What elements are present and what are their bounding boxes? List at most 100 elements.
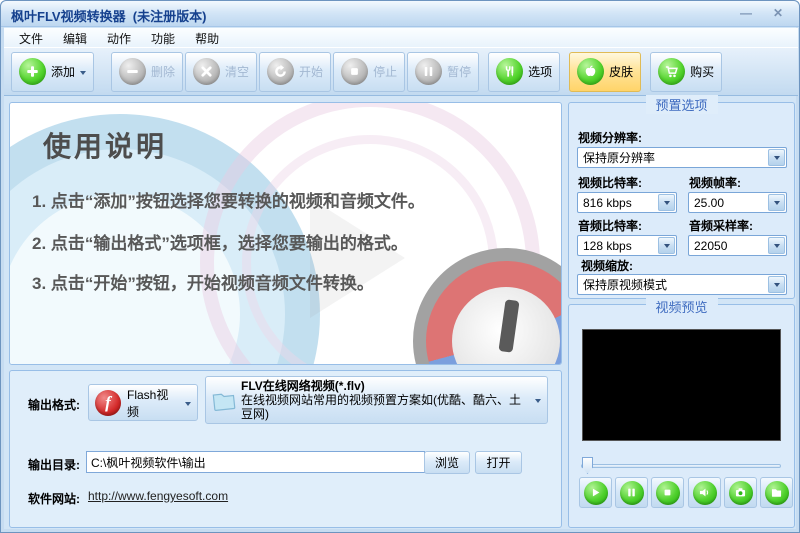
add-label: 添加 <box>51 63 75 80</box>
title-bar: 枫叶FLV视频转换器 (未注册版本) — ✕ <box>1 1 799 27</box>
video-scale-value: 保持原视频模式 <box>583 276 667 293</box>
audio-samplerate-label: 音频采样率: <box>689 217 753 234</box>
app-window: 枫叶FLV视频转换器 (未注册版本) — ✕ 文件 编辑 动作 功能 帮助 添加… <box>0 0 800 533</box>
watermark-play-icon <box>310 198 405 318</box>
delete-button[interactable]: 删除 <box>111 52 183 92</box>
audio-bitrate-value: 128 kbps <box>583 239 632 253</box>
output-profile-title: FLV在线网络视频(*.flv) <box>241 379 365 393</box>
play-icon <box>584 481 608 505</box>
chevron-down-icon[interactable] <box>768 276 785 293</box>
video-scale-select[interactable]: 保持原视频模式 <box>577 274 787 295</box>
clear-label: 清空 <box>225 63 249 80</box>
minus-icon <box>119 58 146 85</box>
apple-icon <box>577 58 604 85</box>
skin-label: 皮肤 <box>609 63 633 80</box>
instructions-title: 使用说明 <box>43 125 167 165</box>
toolbar: 添加 删除 清空 开始 停止 <box>4 47 798 96</box>
preview-snapshot-button[interactable] <box>724 477 757 508</box>
delete-label: 删除 <box>151 63 175 80</box>
preview-pause-button[interactable] <box>615 477 648 508</box>
speaker-icon <box>693 481 717 505</box>
chevron-down-icon[interactable] <box>658 194 675 211</box>
watermark-needle <box>498 299 519 352</box>
folder-icon <box>212 389 236 411</box>
stop-icon <box>656 481 680 505</box>
seek-slider-thumb[interactable] <box>582 457 593 474</box>
menu-help[interactable]: 帮助 <box>185 28 229 47</box>
preset-options-panel: 预置选项 视频分辨率: 保持原分辨率 视频比特率: 视频帧率: 816 kbps… <box>568 102 795 299</box>
chevron-down-icon <box>535 399 541 406</box>
browse-button[interactable]: 浏览 <box>424 451 470 474</box>
menu-file[interactable]: 文件 <box>9 28 53 47</box>
seek-slider[interactable] <box>581 457 781 475</box>
pause-bars-icon <box>415 58 442 85</box>
tools-icon <box>496 58 523 85</box>
chevron-down-icon[interactable] <box>768 149 785 166</box>
audio-samplerate-value: 22050 <box>694 239 727 253</box>
video-framerate-select[interactable]: 25.00 <box>688 192 787 213</box>
watermark-logo-center <box>452 287 560 365</box>
video-resolution-select[interactable]: 保持原分辨率 <box>577 147 787 168</box>
chevron-down-icon <box>80 71 86 78</box>
video-framerate-value: 25.00 <box>694 196 724 210</box>
output-profile-text: FLV在线网络视频(*.flv) 在线视频网站常用的视频预置方案如(优酷、酷六、… <box>241 379 530 421</box>
menu-action[interactable]: 动作 <box>97 28 141 47</box>
start-arrow-icon <box>267 58 294 85</box>
output-dir-input[interactable] <box>86 451 425 473</box>
stop-button[interactable]: 停止 <box>333 52 405 92</box>
menu-edit[interactable]: 编辑 <box>53 28 97 47</box>
preview-stop-button[interactable] <box>651 477 684 508</box>
cart-icon <box>658 58 685 85</box>
camera-icon <box>729 481 753 505</box>
instructions-panel: 使用说明 1. 点击“添加”按钮选择您要转换的视频和音频文件。 2. 点击“输出… <box>9 102 562 365</box>
audio-bitrate-select[interactable]: 128 kbps <box>577 235 677 256</box>
instruction-step-3: 3. 点击“开始”按钮，开始视频音频文件转换。 <box>32 269 374 294</box>
preview-play-button[interactable] <box>579 477 612 508</box>
pause-button[interactable]: 暂停 <box>407 52 479 92</box>
menu-bar: 文件 编辑 动作 功能 帮助 <box>4 28 798 47</box>
add-button[interactable]: 添加 <box>11 52 94 92</box>
open-button[interactable]: 打开 <box>475 451 522 474</box>
website-label: 软件网站: <box>28 490 80 507</box>
stop-square-icon <box>341 58 368 85</box>
options-label: 选项 <box>528 63 552 80</box>
video-scale-label: 视频缩放: <box>581 257 633 274</box>
video-resolution-label: 视频分辨率: <box>578 129 642 146</box>
options-button[interactable]: 选项 <box>488 52 560 92</box>
stop-label: 停止 <box>373 63 397 80</box>
menu-function[interactable]: 功能 <box>141 28 185 47</box>
output-dir-label: 输出目录: <box>28 456 80 473</box>
chevron-down-icon[interactable] <box>658 237 675 254</box>
instruction-step-2: 2. 点击“输出格式”选项框，选择您要输出的格式。 <box>32 229 408 254</box>
start-button[interactable]: 开始 <box>259 52 331 92</box>
video-framerate-label: 视频帧率: <box>689 174 741 191</box>
seek-slider-track[interactable] <box>581 464 781 468</box>
output-format-label: 输出格式: <box>28 396 80 413</box>
preview-folder-button[interactable] <box>760 477 793 508</box>
start-label: 开始 <box>299 63 323 80</box>
flash-icon: f <box>95 390 121 416</box>
clear-x-icon <box>193 58 220 85</box>
output-format-dropdown[interactable]: f Flash视频 <box>88 384 198 421</box>
chevron-down-icon[interactable] <box>768 194 785 211</box>
chevron-down-icon <box>185 402 191 409</box>
audio-samplerate-select[interactable]: 22050 <box>688 235 787 256</box>
pause-icon <box>620 481 644 505</box>
plus-icon <box>19 58 46 85</box>
skin-button[interactable]: 皮肤 <box>569 52 641 92</box>
website-link[interactable]: http://www.fengyesoft.com <box>88 489 228 503</box>
preview-volume-button[interactable] <box>688 477 721 508</box>
minimize-button[interactable]: — <box>735 5 757 22</box>
window-title: 枫叶FLV视频转换器 (未注册版本) <box>11 6 206 25</box>
output-profile-desc: 在线视频网站常用的视频预置方案如(优酷、酷六、土豆网) <box>241 393 521 421</box>
clear-button[interactable]: 清空 <box>185 52 257 92</box>
folder-icon <box>765 481 789 505</box>
buy-button[interactable]: 购买 <box>650 52 722 92</box>
video-bitrate-select[interactable]: 816 kbps <box>577 192 677 213</box>
output-panel: 输出格式: f Flash视频 FLV在线网络视频(*.flv) 在线视频网站常… <box>9 370 562 528</box>
close-button[interactable]: ✕ <box>767 5 789 22</box>
output-profile-dropdown[interactable]: FLV在线网络视频(*.flv) 在线视频网站常用的视频预置方案如(优酷、酷六、… <box>205 376 548 424</box>
buy-label: 购买 <box>690 63 714 80</box>
video-resolution-value: 保持原分辨率 <box>583 149 655 166</box>
chevron-down-icon[interactable] <box>768 237 785 254</box>
